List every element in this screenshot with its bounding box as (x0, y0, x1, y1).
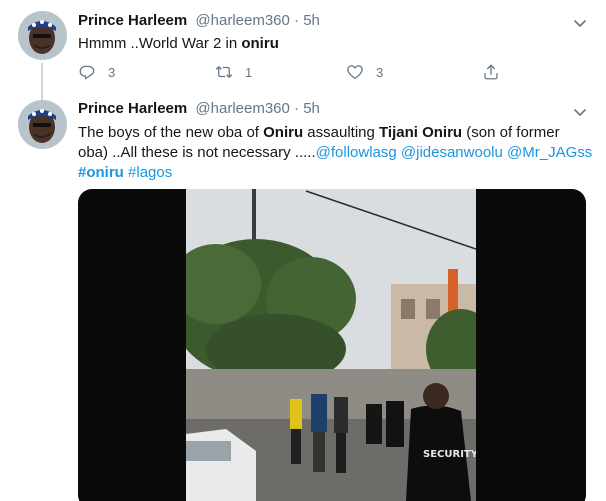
mention-link[interactable]: @Mr_JAGss (507, 144, 592, 161)
mention-link[interactable]: @followlasg (316, 144, 397, 161)
video-frame: SECURITY (186, 189, 476, 501)
share-icon (484, 64, 498, 80)
timestamp[interactable]: 5h (303, 100, 320, 117)
timestamp[interactable]: 5h (303, 12, 320, 29)
hashtag-link[interactable]: #lagos (128, 164, 172, 181)
retweet-count: 1 (245, 64, 253, 80)
tweet-text: The boys of the new oba of Oniru assault… (78, 123, 593, 183)
display-name[interactable]: Prince Harleem (78, 12, 187, 29)
display-name[interactable]: Prince Harleem (78, 100, 187, 117)
share-button[interactable] (482, 62, 500, 82)
tweet-header: Prince Harleem @harleem360 · 5h (78, 12, 320, 32)
reply-icon (79, 65, 95, 80)
mention-link[interactable]: @jidesanwoolu (401, 144, 503, 161)
tweet-actions: 3 1 3 (78, 62, 508, 82)
tweet[interactable]: Prince Harleem @harleem360 · 5h The boys… (0, 92, 606, 501)
retweet-icon (215, 66, 233, 78)
separator: · (294, 100, 300, 117)
heart-icon (347, 65, 363, 80)
tweet-text-part: The boys of the new oba of (78, 124, 264, 141)
hashtag-link[interactable]: #oniru (78, 164, 124, 181)
separator: · (294, 12, 300, 29)
chevron-down-icon[interactable] (572, 15, 588, 31)
security-label: SECURITY (423, 449, 476, 460)
retweet-button[interactable]: 1 (215, 62, 252, 82)
tweet[interactable]: Prince Harleem @harleem360 · 5h Hmmm ..W… (0, 0, 606, 103)
like-button[interactable]: 3 (346, 62, 383, 82)
tweet-text-bold: Oniru (263, 124, 304, 141)
chevron-down-icon[interactable] (572, 104, 588, 120)
user-handle[interactable]: @harleem360 (195, 100, 289, 117)
tweet-text: Hmmm ..World War 2 in oniru (78, 34, 279, 54)
like-count: 3 (376, 64, 384, 80)
tweet-text-bold: oniru (241, 35, 279, 52)
user-handle[interactable]: @harleem360 (195, 12, 289, 29)
video-player[interactable]: SECURITY (78, 189, 586, 501)
reply-button[interactable]: 3 (78, 62, 115, 82)
avatar[interactable] (18, 11, 67, 60)
tweet-text-part: assaulting (303, 124, 380, 141)
tweet-text-part: Hmmm ..World War 2 in (78, 35, 242, 52)
tweet-text-bold: Tijani Oniru (379, 124, 463, 141)
reply-count: 3 (108, 64, 116, 80)
tweet-header: Prince Harleem @harleem360 · 5h (78, 100, 320, 120)
avatar[interactable] (18, 100, 67, 149)
